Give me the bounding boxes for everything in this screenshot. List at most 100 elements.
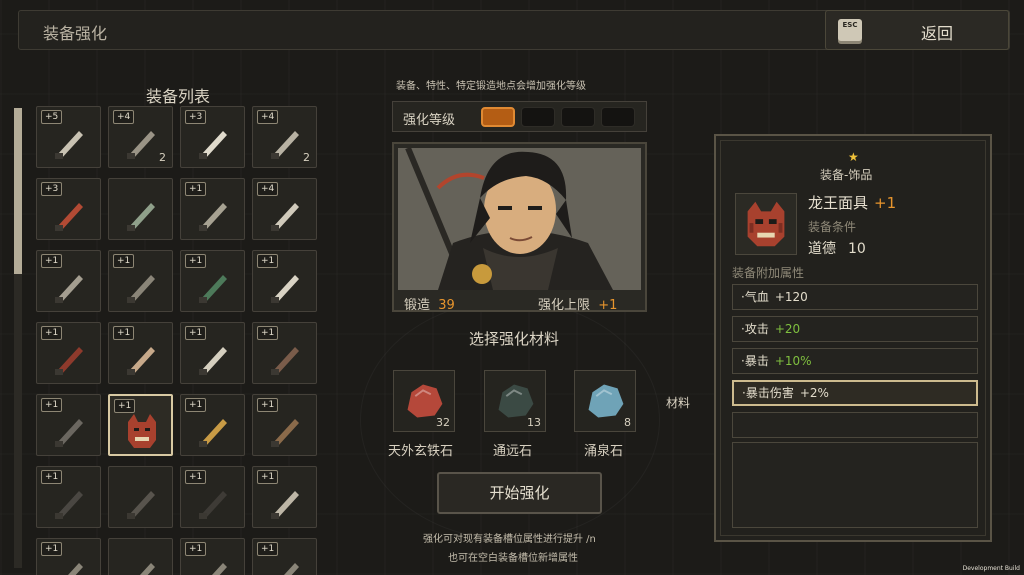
equipment-slot[interactable]: +1	[36, 394, 101, 456]
enhance-level-badge: +1	[185, 254, 207, 268]
equipment-slot[interactable]: +1	[252, 322, 317, 384]
enhance-level-label: 强化等级	[403, 113, 456, 128]
red-pouch-icon	[51, 195, 87, 233]
enhance-level-badge: +1	[114, 399, 136, 413]
equipment-slot[interactable]	[108, 538, 173, 575]
equipment-condition-label: 装备条件	[808, 220, 857, 234]
equipment-slot[interactable]: +1	[108, 322, 173, 384]
equipment-category: 装备-饰品	[820, 168, 873, 182]
knife-icon	[51, 267, 87, 305]
enhance-cap-value: +1	[598, 298, 618, 313]
top-bar: 装备强化 ESC 返回	[18, 10, 1010, 50]
equipment-slot[interactable]: +1	[36, 250, 101, 312]
equipment-slot[interactable]: +4 2	[108, 106, 173, 168]
back-button[interactable]: ESC 返回	[825, 10, 1009, 50]
equipment-slot[interactable]	[108, 466, 173, 528]
enhance-level-badge: +4	[257, 110, 279, 124]
item-quantity: 2	[159, 151, 166, 164]
equipment-slot[interactable]: +1	[180, 178, 245, 240]
equipment-slot[interactable]: +1	[180, 466, 245, 528]
equipment-slot[interactable]: +3	[180, 106, 245, 168]
equipment-slot[interactable]: +1	[36, 322, 101, 384]
equipment-slot[interactable]: +1	[252, 466, 317, 528]
attribute-row-empty[interactable]	[732, 412, 978, 438]
dagger-icon	[123, 123, 159, 161]
armor-icon	[123, 483, 159, 521]
gong-stand-icon	[51, 411, 87, 449]
attribute-row[interactable]: ·暴击伤害 +2%	[732, 380, 978, 406]
enhance-level-badge: +1	[257, 470, 279, 484]
character-portrait	[398, 148, 641, 290]
equipment-icon-frame	[735, 193, 797, 255]
enhance-level-badge: +1	[41, 542, 63, 556]
equipment-slot[interactable]: +1	[36, 466, 101, 528]
equipment-slot[interactable]: +1	[36, 538, 101, 575]
enhance-level-badge: +1	[113, 254, 135, 268]
esc-key-icon: ESC	[838, 19, 862, 41]
enhance-level-badge: +1	[41, 254, 63, 268]
curved-knife-icon	[123, 339, 159, 377]
dev-build-label: Development Build	[962, 565, 1020, 572]
enhance-level-pip	[561, 107, 595, 127]
enhance-level-badge: +1	[257, 398, 279, 412]
equipment-slot[interactable]: +1	[180, 394, 245, 456]
equipment-slot[interactable]: +1	[108, 250, 173, 312]
equipment-slot[interactable]: +3	[36, 178, 101, 240]
material-slot[interactable]: 32	[393, 370, 455, 432]
equipment-slot[interactable]: +4 2	[252, 106, 317, 168]
enhance-level-badge: +1	[41, 326, 63, 340]
attribute-value: +10%	[774, 354, 812, 368]
enhance-level-pip	[481, 107, 515, 127]
cleaver-icon	[195, 339, 231, 377]
enhance-level-bar: 强化等级	[392, 101, 647, 132]
equipment-slot[interactable]: +1	[252, 538, 317, 575]
enhance-level-badge: +3	[185, 110, 207, 124]
item-icon	[51, 555, 87, 575]
material-slot[interactable]: 8	[574, 370, 636, 432]
enhance-level-badge: +1	[257, 254, 279, 268]
equipment-slot[interactable]: +1	[180, 322, 245, 384]
forge-value: 39	[438, 298, 455, 313]
item-icon	[123, 555, 159, 575]
equipment-slot[interactable]: +5	[36, 106, 101, 168]
equipment-slot[interactable]: +1	[252, 250, 317, 312]
scrollbar-thumb[interactable]	[14, 108, 22, 274]
equipment-detail-panel: ★ 装备-饰品 龙王面具 +1 装备条件 道德 10 装备附加属性 ·气血 +120 ·…	[714, 134, 992, 542]
dragon-mask-icon	[747, 201, 785, 247]
enhance-hint-top: 装备、特性、特定锻造地点会增加强化等级	[396, 81, 586, 92]
start-enhance-button[interactable]: 开始强化	[437, 472, 602, 514]
jade-pendant-icon	[123, 195, 159, 233]
enhance-level-badge: +1	[113, 326, 135, 340]
equipment-slot[interactable]	[108, 178, 173, 240]
attribute-name: ·攻击	[741, 322, 769, 336]
item-quantity: 2	[303, 151, 310, 164]
attribute-value: +2%	[799, 386, 829, 400]
enhance-level-badge: +5	[41, 110, 63, 124]
enhance-level-badge: +1	[185, 542, 207, 556]
equipment-slot[interactable]: +1	[108, 394, 173, 456]
enhance-level-badge: +4	[113, 110, 135, 124]
attribute-value: +20	[774, 322, 801, 336]
enhance-level-pip	[601, 107, 635, 127]
enhance-level-badge: +1	[257, 542, 279, 556]
equipment-slot[interactable]: +4	[252, 178, 317, 240]
sword-icon	[267, 123, 303, 161]
back-button-label: 返回	[921, 24, 954, 43]
equipment-slot[interactable]: +1	[180, 250, 245, 312]
equipment-slot[interactable]: +1	[180, 538, 245, 575]
attribute-name: ·气血	[741, 290, 769, 304]
attribute-row[interactable]: ·攻击 +20	[732, 316, 978, 342]
equipment-slot[interactable]: +1	[252, 394, 317, 456]
forge-stat: 锻造 39	[404, 298, 455, 313]
material-name: 天外玄铁石	[388, 444, 454, 459]
long-staff-icon	[267, 339, 303, 377]
attribute-row[interactable]: ·气血 +120	[732, 284, 978, 310]
material-slot[interactable]: 13	[484, 370, 546, 432]
material-name: 涌泉石	[584, 444, 624, 459]
equipment-grid: +5 +4 2 +3 +4 2 +3 +1 +4 +1 +1 +1 +1 +1 +1 +1 +1 +1 +1 +1 +1…	[36, 106, 326, 575]
enhance-hint-bottom-2: 也可在空白装备槽位新增属性	[448, 553, 578, 564]
pearl-necklace-icon	[267, 267, 303, 305]
golden-scroll-icon	[195, 411, 231, 449]
attribute-row[interactable]: ·暴击 +10%	[732, 348, 978, 374]
enhance-level-badge: +3	[41, 182, 63, 196]
